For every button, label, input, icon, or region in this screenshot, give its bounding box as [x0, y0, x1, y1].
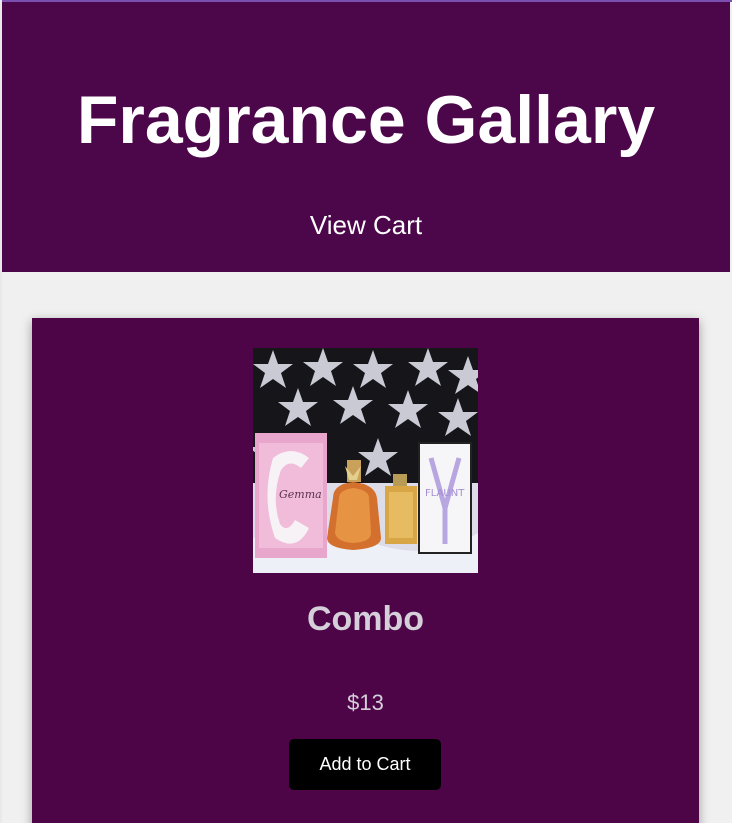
perfume-photo-illustration: Gemma FLAUNT	[253, 348, 478, 573]
site-header: Fragrance Gallary View Cart	[2, 2, 730, 272]
view-cart-link[interactable]: View Cart	[2, 208, 730, 242]
product-name: Combo	[306, 600, 425, 638]
white-box-label: FLAUNT	[425, 488, 465, 499]
site-title: Fragrance Gallary	[76, 82, 656, 158]
product-price: $13	[347, 690, 384, 715]
add-to-cart-button[interactable]: Add to Cart	[289, 739, 441, 790]
product-card: Gemma FLAUNT Combo $13 Add to Cart	[32, 318, 699, 823]
page: Fragrance Gallary View Cart Gemma FLAUNT…	[0, 0, 732, 823]
pink-box-label: Gemma	[279, 488, 322, 501]
product-image: Gemma FLAUNT	[253, 348, 478, 573]
